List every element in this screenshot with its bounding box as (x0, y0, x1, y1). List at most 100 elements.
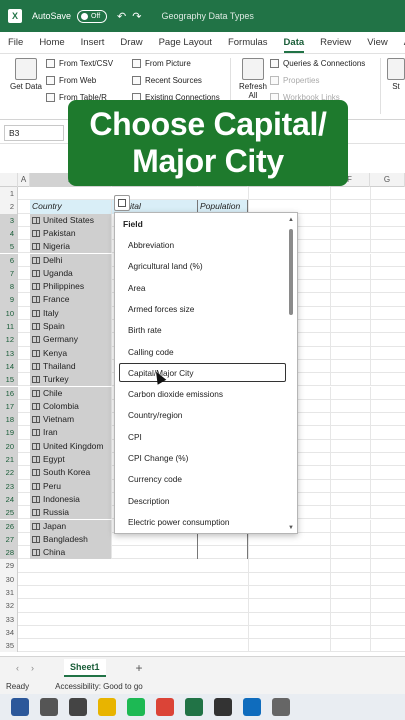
row-number[interactable]: 33 (0, 612, 18, 626)
recent-sources-button[interactable]: Recent Sources (132, 76, 202, 85)
country-cell[interactable]: France (30, 293, 112, 307)
country-cell[interactable]: Chile (30, 386, 112, 400)
capital-cell[interactable] (112, 532, 198, 547)
field-option-armed-forces-size[interactable]: Armed forces size (119, 299, 286, 318)
row-number[interactable]: 30 (0, 572, 18, 586)
row-number[interactable]: 11 (0, 320, 18, 334)
row-number[interactable]: 8 (0, 280, 18, 294)
queries-connections-button[interactable]: Queries & Connections (270, 59, 365, 68)
from-picture-button[interactable]: From Picture (132, 59, 191, 68)
autosave-toggle[interactable]: Off (77, 9, 108, 23)
tab-page-layout[interactable]: Page Layout (151, 32, 220, 53)
row-number[interactable]: 19 (0, 426, 18, 440)
row-number[interactable]: 6 (0, 253, 18, 267)
country-cell[interactable]: Peru (30, 479, 112, 493)
country-cell[interactable]: Kenya (30, 346, 112, 360)
row-number[interactable]: 22 (0, 466, 18, 480)
tab-insert[interactable]: Insert (73, 32, 113, 53)
row-number[interactable]: 9 (0, 293, 18, 307)
country-cell[interactable]: United States (30, 213, 112, 227)
row-number[interactable]: 26 (0, 519, 18, 533)
row-number[interactable]: 28 (0, 546, 18, 560)
tab-file[interactable]: File (0, 32, 31, 53)
tab-draw[interactable]: Draw (112, 32, 150, 53)
dropdown-scrollbar[interactable]: ▲ ▼ (287, 217, 295, 531)
tab-view[interactable]: View (359, 32, 395, 53)
accessibility-status[interactable]: Accessibility: Good to go (55, 682, 143, 691)
population-cell[interactable] (198, 546, 248, 560)
row-number[interactable]: 34 (0, 625, 18, 640)
app-icon[interactable] (243, 698, 261, 716)
country-cell[interactable]: Vietnam (30, 413, 112, 427)
field-option-calling-code[interactable]: Calling code (119, 342, 286, 361)
field-option-description[interactable]: Description (119, 491, 286, 510)
row-number[interactable]: 27 (0, 532, 18, 547)
country-cell[interactable]: Italy (30, 306, 112, 320)
row-number[interactable]: 21 (0, 453, 18, 467)
country-cell[interactable]: Delhi (30, 253, 112, 267)
row-number[interactable]: 3 (0, 213, 18, 227)
row-number[interactable]: 32 (0, 599, 18, 613)
properties-button[interactable]: Properties (270, 76, 319, 85)
scroll-up-icon[interactable]: ▲ (288, 217, 294, 223)
search-icon[interactable] (40, 698, 58, 716)
stocks-button[interactable]: St (386, 58, 405, 91)
country-cell[interactable]: Egypt (30, 453, 112, 467)
field-option-cpi[interactable]: CPI (119, 427, 286, 446)
field-option-agricultural-land[interactable]: Agricultural land (%) (119, 256, 286, 275)
scroll-down-icon[interactable]: ▼ (288, 525, 294, 531)
field-option-birth-rate[interactable]: Birth rate (119, 320, 286, 339)
name-box[interactable]: B3 (4, 124, 64, 141)
capital-cell[interactable] (112, 546, 198, 560)
country-cell[interactable]: Indonesia (30, 492, 112, 507)
row-number[interactable]: 10 (0, 306, 18, 320)
row-number[interactable]: 7 (0, 266, 18, 281)
field-option-currency-code[interactable]: Currency code (119, 469, 286, 488)
insert-data-button[interactable] (114, 195, 130, 211)
tab-home[interactable]: Home (31, 32, 72, 53)
column-header-g[interactable]: G (370, 173, 405, 187)
sheet-nav-arrows-icon[interactable]: ‹› (16, 663, 46, 673)
country-cell[interactable]: Japan (30, 519, 112, 533)
row-number[interactable]: 15 (0, 373, 18, 387)
country-cell[interactable]: Turkey (30, 373, 112, 387)
country-cell[interactable]: Russia (30, 506, 112, 520)
get-data-button[interactable]: Get Data (8, 58, 44, 91)
sheet-tab-sheet1[interactable]: Sheet1 (64, 658, 106, 677)
from-text-csv-button[interactable]: From Text/CSV (46, 59, 113, 68)
row-number[interactable]: 20 (0, 439, 18, 453)
field-option-cpi-change[interactable]: CPI Change (%) (119, 448, 286, 467)
row-number[interactable]: 25 (0, 506, 18, 520)
field-option-capital-major-city[interactable]: Capital/Major City (119, 362, 286, 382)
row-number[interactable]: 29 (0, 559, 18, 573)
row-number[interactable]: 24 (0, 492, 18, 507)
obs-icon[interactable] (214, 698, 232, 716)
header-cell-country[interactable]: Country (30, 200, 112, 214)
country-cell[interactable]: United Kingdom (30, 439, 112, 453)
country-cell[interactable]: Germany (30, 333, 112, 347)
country-cell[interactable]: Spain (30, 320, 112, 334)
from-web-button[interactable]: From Web (46, 76, 96, 85)
field-option-electric-power-consumption[interactable]: Electric power consumption (119, 512, 286, 531)
field-option-country-region[interactable]: Country/region (119, 405, 286, 424)
scroll-thumb[interactable] (289, 229, 293, 315)
country-cell[interactable]: Bangladesh (30, 532, 112, 547)
tab-formulas[interactable]: Formulas (220, 32, 276, 53)
country-cell[interactable]: Philippines (30, 280, 112, 294)
spotify-icon[interactable] (127, 698, 145, 716)
select-all-corner[interactable] (0, 173, 18, 187)
country-cell[interactable]: China (30, 546, 112, 560)
country-cell[interactable]: Colombia (30, 399, 112, 414)
country-cell[interactable]: Nigeria (30, 240, 112, 254)
country-cell[interactable]: Pakistan (30, 226, 112, 241)
row-number[interactable]: 2 (0, 200, 18, 214)
row-number[interactable]: 18 (0, 413, 18, 427)
country-cell[interactable]: South Korea (30, 466, 112, 480)
row-number[interactable]: 1 (0, 187, 18, 201)
row-number[interactable]: 14 (0, 359, 18, 374)
field-option-abbreviation[interactable]: Abbreviation (119, 235, 286, 254)
windows-start-icon[interactable] (11, 698, 29, 716)
country-cell[interactable]: Thailand (30, 359, 112, 374)
tab-review[interactable]: Review (312, 32, 359, 53)
row-number[interactable]: 35 (0, 639, 18, 653)
